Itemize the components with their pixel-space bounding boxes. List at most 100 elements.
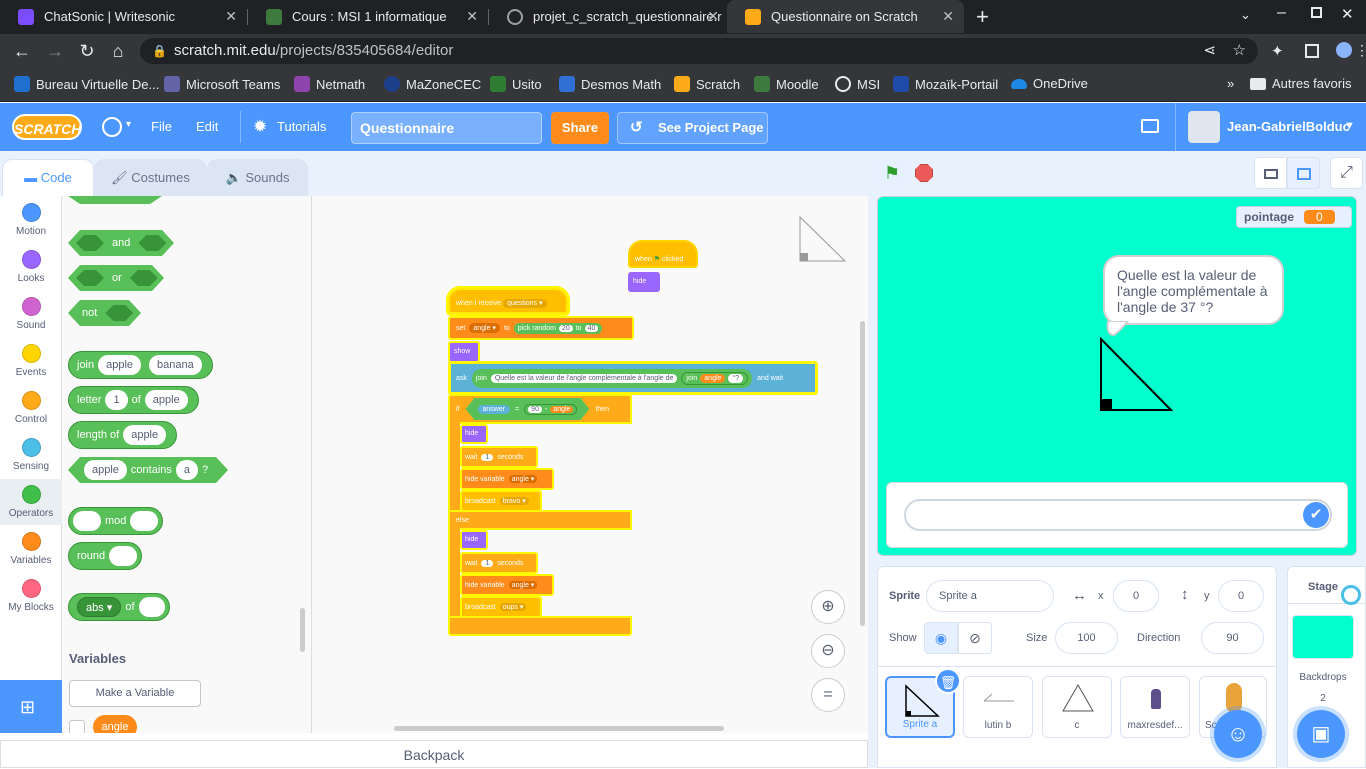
other-bookmarks[interactable]: Autres favoris (1250, 76, 1351, 91)
bookmark-msi[interactable]: MSI (835, 76, 880, 92)
palette-block-contains[interactable]: apple contains a ? (68, 457, 228, 483)
bookmark-teams[interactable]: Microsoft Teams (164, 76, 280, 92)
backpack-bar[interactable]: Backpack (0, 740, 868, 768)
add-extension-button[interactable]: ⊞ (0, 680, 62, 733)
workspace-vertical-scrollbar[interactable] (860, 321, 865, 626)
hide-block[interactable]: hide (460, 424, 488, 444)
x-input[interactable]: 0 (1113, 580, 1159, 612)
block-input[interactable]: 40 (584, 324, 599, 332)
block-input[interactable]: a (176, 460, 198, 480)
direction-input[interactable]: 90 (1201, 622, 1264, 654)
category-variables[interactable]: Variables (0, 532, 62, 566)
block-input[interactable]: banana (149, 355, 202, 375)
home-icon[interactable]: ⌂ (106, 40, 130, 62)
show-eye-icon[interactable]: ◉ (924, 622, 958, 654)
block-input[interactable]: apple (84, 460, 127, 480)
stop-icon[interactable] (915, 164, 933, 182)
broadcast-block[interactable]: broadcast oups ▾ (460, 596, 542, 618)
extensions-icon[interactable]: ✦ (1271, 42, 1284, 60)
variable-checkbox[interactable] (69, 720, 85, 733)
palette-block-or[interactable]: or (68, 265, 164, 291)
hide-eye-slash-icon[interactable]: ⊘ (958, 622, 992, 654)
bookmark-mazonecec[interactable]: MaZoneCEC (384, 76, 481, 92)
category-looks[interactable]: Looks (0, 250, 62, 284)
project-title-input[interactable]: Questionnaire (351, 112, 542, 144)
answer-reporter[interactable]: answer (478, 405, 511, 414)
palette-block-not[interactable]: not (68, 300, 141, 326)
browser-tab-chatsonic[interactable]: ChatSonic | Writesonic ✕ (0, 0, 247, 33)
sprite-thumb-maxresdef[interactable]: maxresdef... (1120, 676, 1190, 738)
share-icon[interactable]: ⋖ (1203, 38, 1216, 64)
zoom-reset-button[interactable]: = (811, 678, 845, 712)
variable-monitor-pointage[interactable]: pointage 0 (1236, 206, 1352, 228)
tab-code[interactable]: ▬ Code (2, 159, 94, 196)
sprite-thumb-c[interactable]: c (1042, 676, 1112, 738)
bookmark-onedrive[interactable]: OneDrive (1011, 76, 1088, 91)
new-tab-icon[interactable]: + (976, 4, 989, 30)
bookmark-usito[interactable]: Usito (490, 76, 542, 92)
fullscreen-icon[interactable]: ⤢ (1330, 157, 1363, 189)
block-input[interactable]: 1 (481, 559, 494, 567)
answer-input[interactable] (904, 499, 1332, 531)
bookmark-mozaik[interactable]: Mozaïk-Portail (893, 76, 998, 92)
category-motion[interactable]: Motion (0, 203, 62, 237)
when-flag-clicked-block[interactable]: when ⚑ clicked (628, 240, 698, 268)
username[interactable]: Jean-GabrielBolduc (1227, 103, 1350, 151)
hide-block[interactable]: hide (460, 530, 488, 550)
delete-sprite-trash-icon[interactable]: 🗑 (935, 668, 961, 694)
choose-sprite-cat-icon[interactable]: ☺ (1214, 710, 1262, 758)
close-tab-icon[interactable]: ✕ (942, 8, 954, 25)
star-icon[interactable]: ☆ (1233, 38, 1246, 64)
category-sensing[interactable]: Sensing (0, 438, 62, 472)
bookmark-bureau[interactable]: Bureau Virtuelle De... (14, 76, 159, 92)
browser-tab-scratch[interactable]: Questionnaire on Scratch ✕ (727, 0, 964, 33)
variable-reporter[interactable]: angle (700, 373, 726, 383)
zoom-out-button[interactable]: ⊖ (811, 634, 845, 668)
palette-block-join[interactable]: join apple banana (68, 351, 213, 379)
show-block[interactable]: show (448, 341, 480, 363)
tab-sounds[interactable]: 🔈 Sounds (207, 159, 308, 196)
bookmark-scratch[interactable]: Scratch (674, 76, 740, 92)
abs-dropdown[interactable]: abs ▾ (77, 597, 122, 617)
side-panel-icon[interactable] (1305, 44, 1319, 58)
close-tab-icon[interactable]: ✕ (707, 8, 719, 25)
palette-block-letter-of[interactable]: letter 1 of apple (68, 386, 199, 414)
palette-block-length-of[interactable]: length of apple (68, 421, 178, 449)
set-variable-block[interactable]: set angle ▾ to pick random 20 to 40 (448, 316, 634, 340)
palette-block-round[interactable]: round (68, 542, 143, 570)
maximize-icon[interactable] (1311, 7, 1322, 18)
palette-block-partial[interactable] (68, 196, 162, 204)
block-input[interactable]: °? (728, 373, 744, 383)
bookmark-netmath[interactable]: Netmath (294, 76, 365, 92)
chevron-down-icon[interactable]: ⌄ (1240, 7, 1251, 23)
palette-block-and[interactable]: and (68, 230, 174, 256)
bookmark-desmos[interactable]: Desmos Math (559, 76, 661, 92)
hide-variable-block[interactable]: hide variable angle ▾ (460, 468, 554, 490)
avatar[interactable] (1188, 111, 1220, 143)
browser-tab-cours[interactable]: Cours : MSI 1 informatique ✕ (248, 0, 488, 33)
file-menu[interactable]: File (151, 103, 172, 151)
size-input[interactable]: 100 (1055, 622, 1118, 654)
workspace-horizontal-scrollbar[interactable] (394, 726, 724, 731)
category-my-blocks[interactable]: My Blocks (0, 579, 62, 613)
green-flag-icon[interactable]: ⚑ (876, 157, 908, 189)
category-events[interactable]: Events (0, 344, 62, 378)
hide-block[interactable]: hide (628, 272, 660, 292)
block-input[interactable] (109, 546, 138, 566)
variable-reporter-angle[interactable]: angle (93, 715, 137, 733)
zoom-in-button[interactable]: ⊕ (811, 590, 845, 624)
sprite-thumb-lutin-b[interactable]: lutin b (963, 676, 1033, 738)
reload-icon[interactable]: ↻ (75, 40, 99, 62)
backdrop-thumbnail[interactable] (1292, 615, 1354, 659)
palette-scrollbar[interactable] (300, 608, 305, 652)
browser-tab-projet[interactable]: projet_c_scratch_questionnaire.r ✕ (489, 0, 729, 33)
category-control[interactable]: Control (0, 391, 62, 425)
block-input[interactable] (73, 511, 101, 531)
block-input[interactable]: 1 (105, 390, 128, 410)
forward-icon[interactable]: → (43, 40, 67, 62)
block-input[interactable]: apple (98, 355, 142, 375)
block-input[interactable]: 1 (481, 453, 494, 461)
close-tab-icon[interactable]: ✕ (466, 8, 478, 25)
close-window-icon[interactable]: ✕ (1341, 5, 1354, 23)
when-i-receive-block[interactable]: when I receive questions ▾ (448, 288, 568, 314)
